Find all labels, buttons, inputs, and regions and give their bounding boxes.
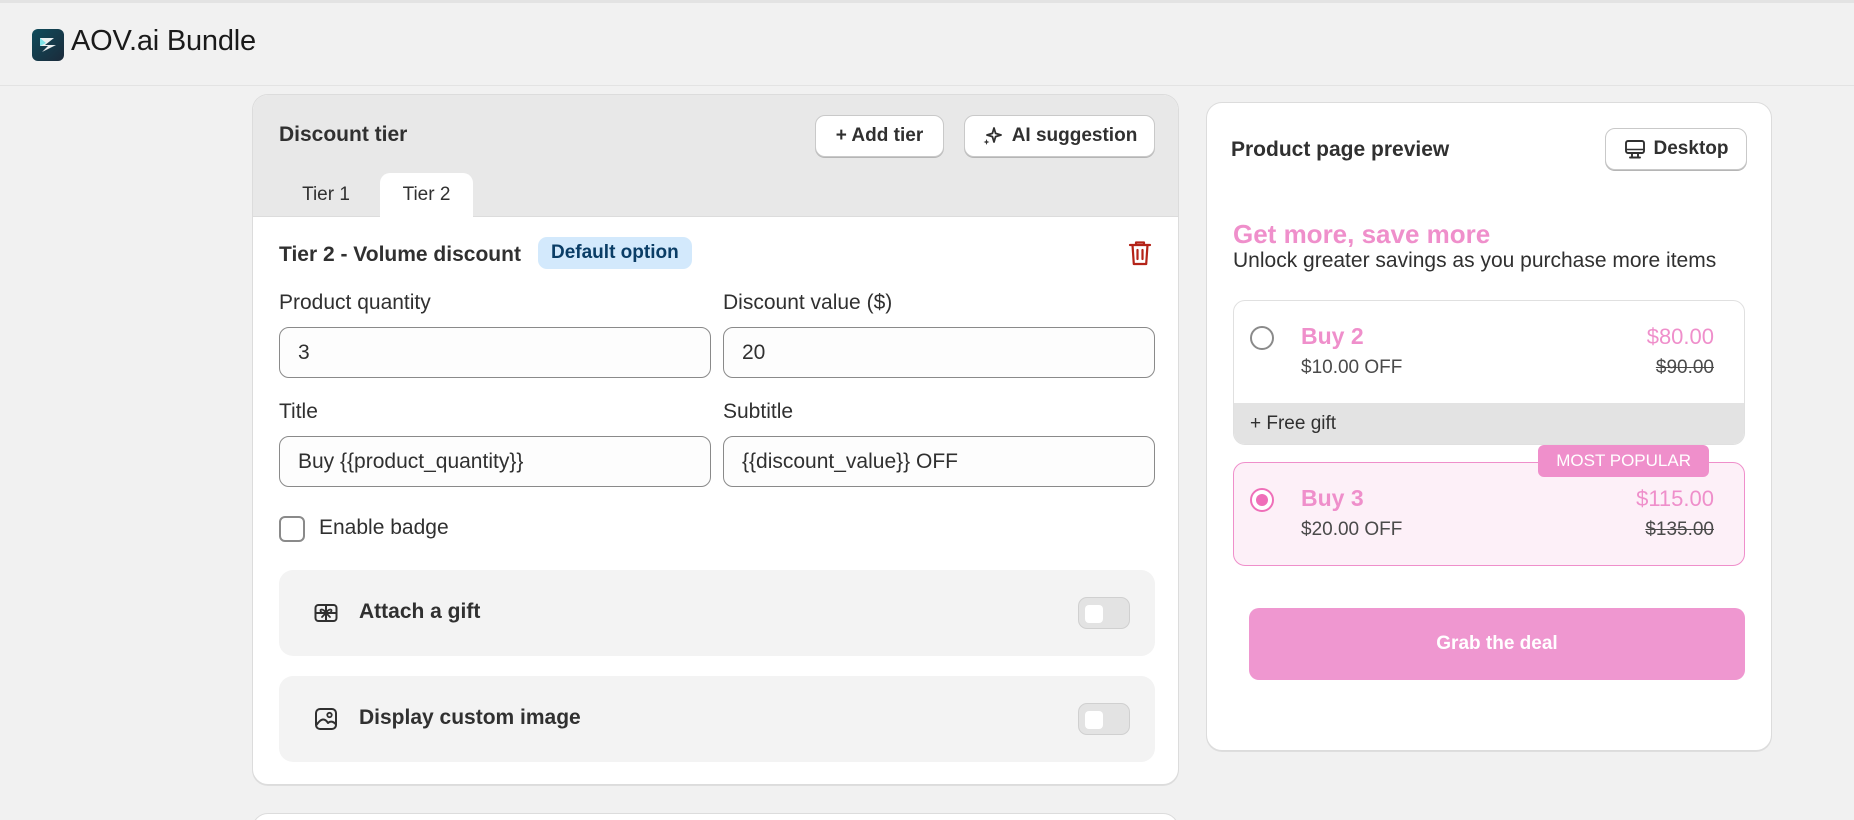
offer-title: Buy 3 — [1301, 485, 1364, 511]
attach-gift-toggle[interactable] — [1078, 597, 1130, 629]
discount-value-input[interactable]: 20 — [723, 327, 1155, 378]
offer-title: Buy 2 — [1301, 323, 1364, 349]
tab-tier-1[interactable]: Tier 1 — [279, 173, 373, 217]
image-icon — [315, 708, 337, 730]
desktop-icon — [1624, 140, 1645, 159]
title-input[interactable]: Buy {{product_quantity}} — [279, 436, 711, 487]
add-tier-button[interactable]: + Add tier — [815, 115, 944, 157]
enable-badge-checkbox[interactable] — [279, 516, 305, 542]
attach-gift-label: Attach a gift — [359, 600, 481, 623]
offer-option-buy-3[interactable]: MOST POPULAR Buy 3 $20.00 OFF $115.00 $1… — [1233, 445, 1745, 566]
next-section-card — [252, 813, 1179, 820]
offer-subtitle: $20.00 OFF — [1301, 519, 1403, 540]
discount-tier-header: Discount tier + Add tier AI suggestion T… — [253, 95, 1178, 217]
desktop-view-button[interactable]: Desktop — [1605, 128, 1747, 170]
display-custom-image-row: Display custom image — [279, 676, 1155, 762]
section-title: Discount tier — [279, 123, 408, 146]
offer-old-price: $135.00 — [1645, 519, 1714, 540]
default-option-badge: Default option — [538, 237, 692, 269]
preview-heading: Get more, save more — [1233, 219, 1491, 249]
sparkle-icon — [983, 127, 1002, 145]
toggle-knob — [1085, 605, 1103, 623]
offer-subtitle: $10.00 OFF — [1301, 357, 1403, 378]
subtitle-input[interactable]: {{discount_value}} OFF — [723, 436, 1155, 487]
tab-tier-2[interactable]: Tier 2 — [380, 173, 473, 217]
grab-the-deal-button[interactable]: Grab the deal — [1249, 608, 1745, 680]
title-label: Title — [279, 400, 318, 423]
ai-suggestion-button[interactable]: AI suggestion — [964, 115, 1155, 157]
display-custom-image-toggle[interactable] — [1078, 703, 1130, 735]
offer-old-price: $90.00 — [1655, 357, 1714, 378]
app-logo-icon — [32, 29, 64, 61]
display-custom-image-label: Display custom image — [359, 706, 581, 729]
toggle-knob — [1085, 711, 1103, 729]
ai-suggestion-label: AI suggestion — [1011, 125, 1138, 146]
preview-subheading: Unlock greater savings as you purchase m… — [1233, 249, 1717, 272]
offer-radio[interactable] — [1250, 326, 1274, 350]
product-quantity-label: Product quantity — [279, 291, 431, 314]
discount-value-label: Discount value ($) — [723, 291, 893, 314]
subtitle-label: Subtitle — [723, 400, 794, 423]
top-bar: AOV.ai Bundle — [0, 0, 1854, 86]
product-quantity-input[interactable]: 3 — [279, 327, 711, 378]
offer-price: $115.00 — [1636, 486, 1714, 511]
trash-icon[interactable] — [1127, 239, 1153, 267]
desktop-view-label: Desktop — [1653, 138, 1729, 159]
free-gift-strip: + Free gift — [1234, 403, 1744, 444]
most-popular-badge: MOST POPULAR — [1538, 445, 1709, 477]
offer-price: $80.00 — [1646, 324, 1714, 349]
add-tier-label: + Add tier — [835, 125, 924, 146]
preview-title: Product page preview — [1231, 138, 1450, 161]
attach-gift-row: Attach a gift — [279, 570, 1155, 656]
app-title: AOV.ai Bundle — [71, 25, 256, 57]
enable-badge-label: Enable badge — [319, 516, 449, 539]
tier-title: Tier 2 - Volume discount — [279, 243, 521, 266]
discount-tier-card: Discount tier + Add tier AI suggestion T… — [252, 94, 1179, 785]
product-preview-card: Product page preview Desktop Get more, s… — [1206, 102, 1772, 751]
offer-option-buy-2[interactable]: Buy 2 $10.00 OFF $80.00 $90.00 + Free gi… — [1233, 300, 1745, 445]
gift-icon — [314, 604, 338, 622]
offer-radio-selected[interactable] — [1250, 488, 1274, 512]
